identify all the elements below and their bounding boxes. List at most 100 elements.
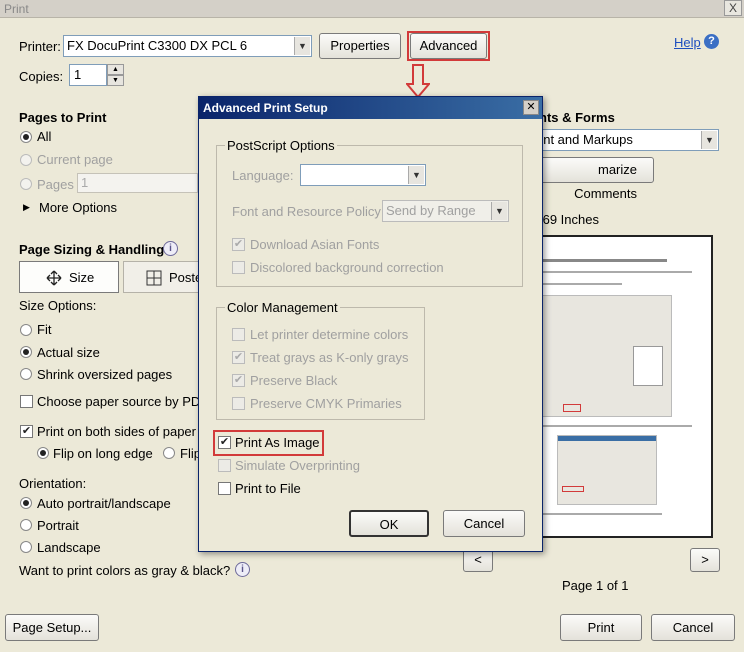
landscape-label: Landscape (37, 540, 101, 555)
preview-dialog-thumbnail (557, 435, 657, 505)
fit-radio[interactable] (20, 324, 32, 336)
print-to-file-label: Print to File (235, 481, 301, 496)
gray-info-icon[interactable]: i (235, 562, 250, 577)
print-to-file-checkbox[interactable] (218, 482, 231, 495)
dialog-title: Advanced Print Setup (203, 101, 328, 115)
expand-triangle-icon[interactable]: ▶ (23, 202, 30, 213)
size-options-label: Size Options: (19, 298, 97, 313)
preview-text-line (542, 283, 622, 285)
comments-chevron-down-icon: ▼ (701, 131, 717, 149)
preserve-cmyk-checkbox[interactable] (232, 397, 245, 410)
copies-down-arrow-icon[interactable]: ▼ (107, 75, 124, 86)
preview-text-line (542, 259, 667, 262)
copies-up-arrow-icon[interactable]: ▲ (107, 64, 124, 75)
comments-forms-heading: nts & Forms (539, 110, 615, 125)
printer-select-value: FX DocuPrint C3300 DX PCL 6 (67, 38, 248, 53)
printer-label: Printer: (19, 39, 61, 54)
postscript-options-legend: PostScript Options (225, 138, 337, 153)
orientation-label: Orientation: (19, 476, 87, 491)
printer-select[interactable]: FX DocuPrint C3300 DX PCL 6 ▼ (63, 35, 312, 57)
size-tab-label: Size (69, 270, 95, 285)
copies-input[interactable]: 1 (69, 64, 107, 86)
preview-text-line (542, 513, 662, 515)
pages-radio[interactable] (20, 178, 32, 190)
discolored-bg-checkbox[interactable] (232, 261, 245, 274)
flip-long-edge-radio[interactable] (37, 447, 49, 459)
flip-short-edge-radio[interactable] (163, 447, 175, 459)
language-select[interactable]: ▼ (300, 164, 426, 186)
more-options-link[interactable]: More Options (39, 200, 117, 215)
preview-mini-highlight (563, 404, 581, 412)
preserve-cmyk-label: Preserve CMYK Primaries (250, 396, 402, 411)
paper-source-checkbox[interactable] (20, 395, 33, 408)
let-printer-label: Let printer determine colors (250, 327, 409, 342)
font-policy-label: Font and Resource Policy: (232, 204, 385, 219)
size-tab[interactable]: Size (19, 261, 119, 293)
flip-long-edge-label: Flip on long edge (53, 446, 153, 461)
window-close-button[interactable]: X (724, 0, 742, 16)
dialog-cancel-button[interactable]: Cancel (443, 510, 525, 537)
pages-range-input[interactable]: 1 (77, 173, 198, 193)
preview-mini-highlight (562, 486, 584, 492)
current-page-radio[interactable] (20, 154, 32, 166)
all-pages-radio[interactable] (20, 131, 32, 143)
comments-select[interactable]: ent and Markups ▼ (532, 129, 719, 151)
color-management-legend: Color Management (225, 300, 340, 315)
current-page-label: Current page (37, 152, 113, 167)
fit-label: Fit (37, 322, 52, 337)
print-button[interactable]: Print (560, 614, 642, 641)
treat-grays-label: Treat grays as K-only grays (250, 350, 409, 365)
preview-mini-titlebar (558, 436, 656, 441)
postscript-options-group: PostScript Options Language: ▼ Font and … (216, 138, 523, 287)
both-sides-label: Print on both sides of paper (37, 424, 196, 439)
page-size-text: .69 Inches (539, 212, 599, 227)
next-page-button[interactable]: > (690, 548, 720, 572)
shrink-radio[interactable] (20, 368, 32, 380)
poster-tab[interactable]: Poste (123, 261, 202, 293)
print-as-image-checkbox[interactable]: ✔ (218, 436, 231, 449)
discolored-bg-label: Discolored background correction (250, 260, 444, 275)
help-icon[interactable]: ? (704, 34, 719, 49)
font-policy-value: Send by Range (386, 203, 476, 218)
gray-question-label: Want to print colors as gray & black? (19, 563, 231, 578)
page-setup-button[interactable]: Page Setup... (5, 614, 99, 641)
advanced-highlight-box (407, 31, 490, 61)
chevron-down-icon: ▼ (294, 37, 310, 55)
both-sides-checkbox[interactable]: ✔ (20, 425, 33, 438)
font-policy-select[interactable]: Send by Range ▼ (382, 200, 509, 222)
download-asian-fonts-checkbox[interactable]: ✔ (232, 238, 245, 251)
preserve-black-checkbox[interactable]: ✔ (232, 374, 245, 387)
help-link[interactable]: Help (674, 35, 701, 50)
preview-screenshot-thumbnail (542, 295, 672, 417)
landscape-radio[interactable] (20, 541, 32, 553)
portrait-radio[interactable] (20, 519, 32, 531)
shrink-label: Shrink oversized pages (37, 367, 173, 382)
summarize-comments-button[interactable]: marize Comments (532, 157, 654, 201)
actual-size-radio[interactable] (20, 346, 32, 358)
treat-grays-checkbox[interactable]: ✔ (232, 351, 245, 364)
language-label: Language: (232, 168, 294, 183)
actual-size-label: Actual size (37, 345, 100, 360)
properties-button[interactable]: Properties (319, 33, 401, 59)
paper-source-label: Choose paper source by PDF p (37, 394, 220, 409)
let-printer-checkbox[interactable] (232, 328, 245, 341)
advanced-print-setup-dialog: Advanced Print Setup ✕ PostScript Option… (198, 96, 543, 552)
window-titlebar: Print X (0, 0, 744, 18)
pages-range-value: 1 (81, 175, 89, 190)
dialog-ok-button[interactable]: OK (349, 510, 429, 537)
all-pages-label: All (37, 129, 52, 144)
print-as-image-label: Print As Image (235, 435, 320, 450)
page-sizing-heading: Page Sizing & Handling (19, 242, 165, 257)
dialog-close-icon[interactable]: ✕ (523, 100, 539, 115)
info-icon[interactable]: i (163, 241, 178, 256)
download-asian-fonts-label: Download Asian Fonts (250, 237, 380, 252)
cancel-button[interactable]: Cancel (651, 614, 735, 641)
dialog-titlebar: Advanced Print Setup ✕ (199, 97, 542, 119)
simulate-overprinting-checkbox[interactable] (218, 459, 231, 472)
portrait-label: Portrait (37, 518, 79, 533)
red-arrow-down-icon (406, 64, 430, 98)
preview-text-line (542, 425, 692, 427)
copies-value: 1 (74, 67, 82, 82)
auto-orientation-radio[interactable] (20, 497, 32, 509)
page-count-label: Page 1 of 1 (562, 578, 629, 593)
